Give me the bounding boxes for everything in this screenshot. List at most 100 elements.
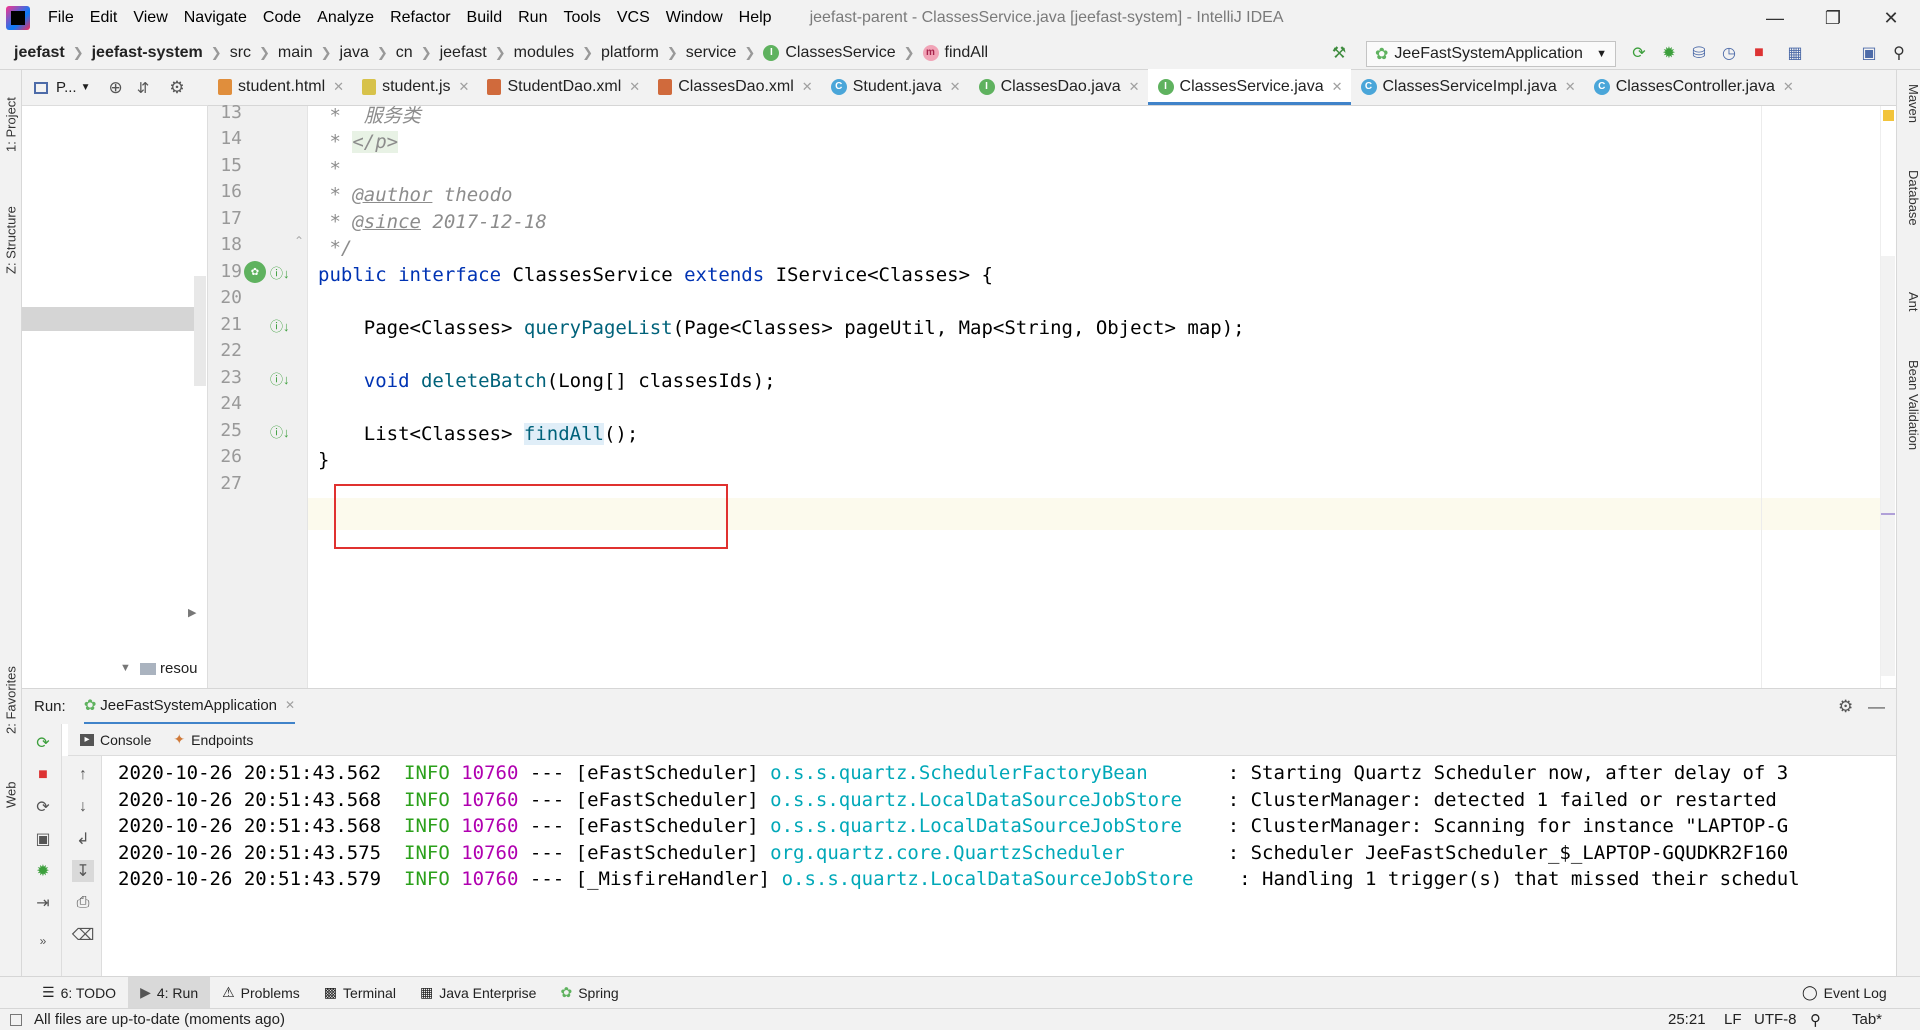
restart-icon[interactable]: ⟳: [32, 796, 54, 818]
menu-view[interactable]: View: [125, 9, 175, 27]
tab-student-java[interactable]: C Student.java ✕: [821, 69, 969, 105]
profile-icon[interactable]: ◷: [1716, 40, 1742, 66]
menu-code[interactable]: Code: [255, 9, 309, 27]
hide-panel-icon[interactable]: —: [1868, 697, 1885, 717]
scroll-to-end-icon[interactable]: ↧: [72, 860, 94, 882]
coverage-icon[interactable]: ⛁: [1686, 40, 1712, 66]
tool-window-database[interactable]: Database: [1899, 170, 1920, 226]
breadcrumb-item[interactable]: cn ❯: [396, 44, 440, 62]
breadcrumb-method[interactable]: m findAll: [922, 44, 988, 62]
line-separator[interactable]: LF: [1724, 1011, 1742, 1028]
implemented-method-icon[interactable]: ⓘ↓: [270, 367, 292, 389]
project-panel-title[interactable]: P...: [56, 79, 77, 96]
rerun-icon[interactable]: ⟳: [1626, 40, 1652, 66]
implemented-by-icon[interactable]: ✿: [244, 261, 266, 283]
rerun-icon[interactable]: ⟳: [32, 732, 54, 754]
breadcrumb-item[interactable]: platform ❯: [601, 44, 686, 62]
breadcrumb-item[interactable]: jeefast ❯: [440, 44, 514, 62]
debug-icon[interactable]: ✹: [32, 860, 54, 882]
menu-window[interactable]: Window: [658, 9, 731, 27]
stop-icon[interactable]: ■: [1746, 40, 1772, 66]
tab-classesdao-xml[interactable]: ClassesDao.xml ✕: [648, 69, 821, 105]
close-icon[interactable]: ✕: [285, 698, 295, 712]
status-toggle-icon[interactable]: [10, 1013, 22, 1026]
tab-classesserviceimpl-java[interactable]: C ClassesServiceImpl.java ✕: [1351, 69, 1584, 105]
menu-help[interactable]: Help: [731, 9, 780, 27]
menu-refactor[interactable]: Refactor: [382, 9, 458, 27]
tool-window-web[interactable]: Web: [0, 770, 22, 820]
warning-marker-icon[interactable]: [1883, 110, 1894, 121]
project-scrollbar[interactable]: [194, 276, 206, 386]
tab-problems[interactable]: ⚠ Problems: [210, 977, 312, 1009]
editor-scrollbar[interactable]: [1880, 106, 1896, 688]
close-icon[interactable]: ✕: [1332, 79, 1343, 95]
menu-file[interactable]: File: [40, 9, 82, 27]
tab-terminal[interactable]: ▩ Terminal: [312, 977, 408, 1009]
menu-vcs[interactable]: VCS: [609, 9, 658, 27]
code-editor[interactable]: * 服务类 * </p> * * @author theodo * @since…: [308, 105, 1880, 688]
close-icon[interactable]: ✕: [333, 79, 344, 95]
menu-analyze[interactable]: Analyze: [309, 9, 382, 27]
chevron-right-icon[interactable]: ▶: [188, 606, 196, 619]
breadcrumb-class[interactable]: I ClassesService ❯: [763, 44, 922, 62]
arrow-down-icon[interactable]: ↓: [72, 796, 94, 818]
breadcrumb-item[interactable]: java ❯: [340, 44, 396, 62]
indent-setting[interactable]: Tab*: [1852, 1011, 1882, 1028]
scrollbar-thumb[interactable]: [1881, 256, 1895, 676]
implemented-method-icon[interactable]: ⓘ↓: [270, 420, 292, 442]
lock-icon[interactable]: ⚲: [1810, 1011, 1821, 1029]
tab-event-log[interactable]: ◯ Event Log: [1790, 977, 1899, 1009]
breadcrumb-item[interactable]: jeefast ❯: [14, 44, 92, 62]
close-icon[interactable]: ✕: [1862, 0, 1920, 36]
tool-window-structure[interactable]: Z: Structure: [0, 185, 22, 295]
file-encoding[interactable]: UTF-8: [1754, 1011, 1797, 1028]
minimize-icon[interactable]: —: [1746, 0, 1804, 36]
tab-java-enterprise[interactable]: ▦ Java Enterprise: [408, 977, 549, 1009]
print-icon[interactable]: ⎙: [72, 892, 94, 914]
tool-window-project[interactable]: 1: Project: [0, 80, 22, 170]
menu-edit[interactable]: Edit: [82, 9, 126, 27]
more-icon[interactable]: »: [32, 930, 54, 952]
caret-position[interactable]: 25:21: [1668, 1011, 1706, 1028]
breadcrumb-item[interactable]: src ❯: [230, 44, 278, 62]
tab-studentdao-xml[interactable]: StudentDao.xml ✕: [477, 69, 648, 105]
close-icon[interactable]: ✕: [950, 79, 961, 95]
fold-icon[interactable]: ⌃: [294, 234, 304, 248]
gear-icon[interactable]: ⚙: [169, 78, 184, 98]
tab-console[interactable]: ▸ Console: [80, 732, 151, 748]
trash-icon[interactable]: ⌫: [72, 924, 95, 946]
menu-tools[interactable]: Tools: [555, 9, 608, 27]
tool-window-bean-validation[interactable]: Bean Validation: [1899, 360, 1920, 450]
close-icon[interactable]: ✕: [1783, 79, 1794, 95]
restore-icon[interactable]: ❐: [1804, 0, 1862, 36]
menu-run[interactable]: Run: [510, 9, 555, 27]
tab-todo[interactable]: ☰ 6: TODO: [30, 977, 128, 1009]
stop-icon[interactable]: ■: [32, 764, 54, 786]
tab-classesservice-java[interactable]: I ClassesService.java ✕: [1147, 69, 1351, 105]
tab-spring[interactable]: ✿ Spring: [548, 977, 630, 1009]
menu-build[interactable]: Build: [459, 9, 511, 27]
build-hammer-icon[interactable]: ⚒: [1326, 40, 1352, 66]
exit-icon[interactable]: ⇥: [32, 892, 54, 914]
breadcrumb-item[interactable]: jeefast-system ❯: [92, 44, 230, 62]
collapse-all-icon[interactable]: ⇵: [137, 79, 150, 97]
debug-icon[interactable]: ✹: [1656, 40, 1682, 66]
tab-run[interactable]: ▶ 4: Run: [128, 976, 211, 1009]
breadcrumb-item[interactable]: service ❯: [686, 44, 764, 62]
tab-classesdao-java[interactable]: I ClassesDao.java ✕: [969, 69, 1148, 105]
breadcrumb-item[interactable]: main ❯: [278, 44, 340, 62]
menu-navigate[interactable]: Navigate: [176, 9, 255, 27]
tool-window-favorites[interactable]: 2: Favorites: [0, 645, 22, 755]
tree-item-resources[interactable]: resou: [140, 660, 198, 677]
tab-classescontroller-java[interactable]: C ClassesController.java ✕: [1584, 69, 1802, 105]
search-icon[interactable]: ⚲: [1886, 40, 1912, 66]
gear-icon[interactable]: ⚙: [1838, 697, 1853, 717]
implemented-method-icon[interactable]: ⓘ↓: [270, 261, 292, 283]
camera-icon[interactable]: ▣: [32, 828, 54, 850]
tool-window-ant[interactable]: Ant: [1899, 292, 1920, 312]
console-output[interactable]: 2020-10-26 20:51:43.562 INFO 10760 --- […: [102, 756, 1896, 976]
close-icon[interactable]: ✕: [459, 79, 470, 95]
arrow-up-icon[interactable]: ↑: [72, 764, 94, 786]
close-icon[interactable]: ✕: [1129, 79, 1140, 95]
run-config-selector[interactable]: ✿ JeeFastSystemApplication ▼: [1366, 41, 1616, 67]
